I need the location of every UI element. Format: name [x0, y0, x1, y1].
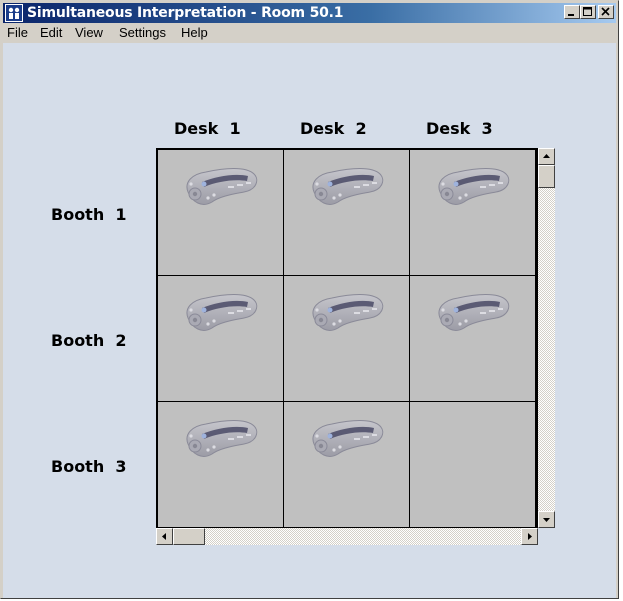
- close-button[interactable]: [598, 5, 614, 19]
- interpreter-desk-icon: [186, 168, 258, 205]
- interpreter-app-icon[interactable]: [5, 4, 23, 22]
- grid-cell[interactable]: [158, 150, 283, 275]
- column-header-desk-3: Desk 3: [426, 119, 493, 138]
- app-window: Simultaneous Interpretation - Room 50.1 …: [0, 0, 619, 599]
- row-header-booth-3: Booth 3: [51, 457, 127, 476]
- grid-cell[interactable]: [284, 150, 409, 275]
- column-header-desk-1: Desk 1: [174, 119, 241, 138]
- grid-cell[interactable]: [410, 402, 535, 527]
- maximize-button[interactable]: [580, 5, 596, 19]
- scroll-right-button[interactable]: [521, 528, 538, 545]
- vertical-scroll-thumb[interactable]: [538, 165, 555, 188]
- arrow-right-icon: [528, 533, 532, 540]
- menu-help[interactable]: Help: [181, 25, 208, 40]
- menu-edit[interactable]: Edit: [40, 25, 62, 40]
- interpreter-desk-icon: [438, 294, 510, 331]
- room-panel: Desk 1 Desk 2 Desk 3 Booth 1 Booth 2 Boo…: [3, 43, 616, 598]
- horizontal-scroll-thumb[interactable]: [173, 528, 205, 545]
- menu-bar: File Edit View Settings Help: [3, 23, 616, 43]
- vertical-scrollbar[interactable]: [538, 148, 555, 528]
- grid-cell[interactable]: [284, 276, 409, 401]
- close-icon: [601, 7, 610, 16]
- scroll-up-button[interactable]: [538, 148, 555, 165]
- interpreter-desk-icon: [312, 294, 384, 331]
- title-bar[interactable]: Simultaneous Interpretation - Room 50.1: [3, 3, 616, 23]
- horizontal-scrollbar[interactable]: [156, 528, 538, 545]
- arrow-down-icon: [543, 518, 550, 522]
- menu-file[interactable]: File: [7, 25, 28, 40]
- column-header-desk-2: Desk 2: [300, 119, 367, 138]
- grid-cell[interactable]: [410, 276, 535, 401]
- grid-cell[interactable]: [284, 402, 409, 527]
- interpreter-desk-icon: [438, 168, 510, 205]
- scroll-down-button[interactable]: [538, 511, 555, 528]
- window-title: Simultaneous Interpretation - Room 50.1: [27, 5, 344, 21]
- menu-settings[interactable]: Settings: [119, 25, 166, 40]
- minimize-button[interactable]: [564, 5, 580, 19]
- menu-view[interactable]: View: [75, 25, 103, 40]
- interpreter-desk-icon: [186, 294, 258, 331]
- grid-cell[interactable]: [158, 276, 283, 401]
- row-header-booth-1: Booth 1: [51, 205, 127, 224]
- grid-cell[interactable]: [410, 150, 535, 275]
- arrow-up-icon: [543, 154, 550, 158]
- maximize-icon: [583, 7, 592, 16]
- grid-cell[interactable]: [158, 402, 283, 527]
- booth-desk-grid: [156, 148, 538, 528]
- minimize-icon: [568, 14, 574, 16]
- interpreter-desk-icon: [312, 168, 384, 205]
- interpreter-desk-icon: [312, 420, 384, 457]
- arrow-left-icon: [162, 533, 166, 540]
- row-header-booth-2: Booth 2: [51, 331, 127, 350]
- scroll-left-button[interactable]: [156, 528, 173, 545]
- interpreter-desk-icon: [186, 420, 258, 457]
